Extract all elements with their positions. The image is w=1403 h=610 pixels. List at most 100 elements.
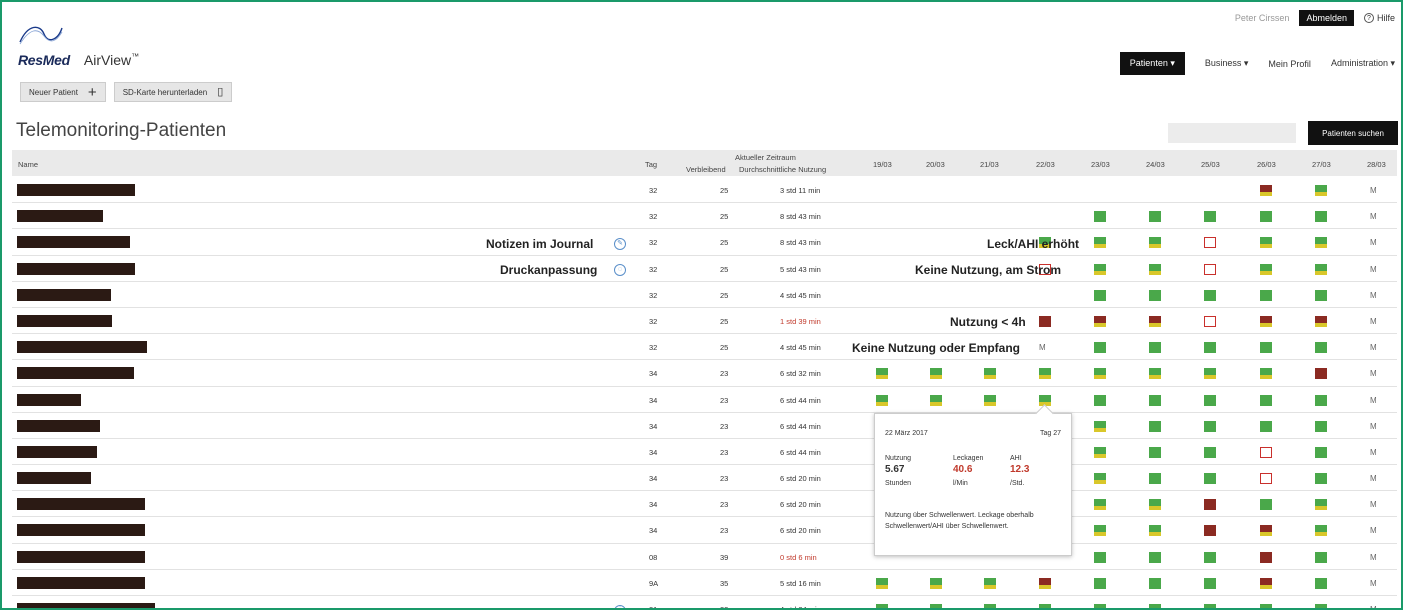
patient-name-redacted[interactable] (17, 393, 81, 406)
usage-status-square[interactable] (1260, 420, 1272, 432)
patient-name-redacted[interactable] (17, 341, 147, 354)
usage-status-square[interactable] (1094, 342, 1106, 354)
usage-status-square[interactable] (1094, 315, 1106, 327)
usage-status-square[interactable] (1260, 315, 1272, 327)
usage-status-square[interactable] (1149, 525, 1161, 537)
new-patient-button[interactable]: Neuer Patient + (20, 82, 106, 102)
usage-status-square[interactable] (1260, 368, 1272, 380)
table-row[interactable]: 34 23 6 std 20 min M (12, 491, 1397, 518)
no-data-marker[interactable]: M (1370, 553, 1377, 564)
usage-status-square[interactable] (984, 577, 996, 589)
patient-name-redacted[interactable] (17, 288, 111, 301)
patient-name-redacted[interactable] (17, 419, 100, 432)
table-row[interactable]: 34 23 6 std 44 min M (12, 387, 1397, 413)
usage-status-square[interactable] (1204, 525, 1216, 537)
usage-status-square[interactable] (1315, 342, 1327, 354)
usage-status-square[interactable] (1260, 237, 1272, 249)
table-row[interactable]: 32 25 4 std 45 min M (12, 282, 1397, 308)
table-row[interactable]: 08 39 0 std 6 min M (12, 544, 1397, 570)
usage-status-square[interactable] (1149, 342, 1161, 354)
usage-status-square[interactable] (1094, 394, 1106, 406)
no-data-marker[interactable]: M (1370, 369, 1377, 380)
usage-status-square[interactable] (1315, 577, 1327, 589)
no-data-marker[interactable]: M (1370, 422, 1377, 433)
usage-status-square[interactable] (876, 577, 888, 589)
usage-status-square[interactable] (1315, 499, 1327, 511)
table-row[interactable]: 34 23 6 std 32 min M (12, 360, 1397, 387)
usage-status-square[interactable] (1094, 604, 1106, 608)
usage-status-square[interactable] (1094, 473, 1106, 485)
table-row[interactable]: 9A 35 5 std 16 min M (12, 570, 1397, 596)
no-data-marker[interactable]: M (1370, 448, 1377, 459)
usage-status-square[interactable] (1204, 289, 1216, 301)
usage-status-square[interactable] (1149, 237, 1161, 249)
table-row[interactable]: 32 25 1 std 39 min M (12, 308, 1397, 335)
usage-status-square[interactable] (1149, 551, 1161, 563)
no-data-marker[interactable]: M (1039, 343, 1046, 354)
usage-status-square[interactable] (1149, 473, 1161, 485)
usage-status-square[interactable] (1315, 315, 1327, 327)
patient-name-redacted[interactable] (17, 367, 134, 380)
usage-status-square[interactable] (1149, 289, 1161, 301)
usage-status-square[interactable] (1260, 551, 1272, 563)
usage-status-square[interactable] (1260, 211, 1272, 223)
usage-status-square[interactable] (1204, 577, 1216, 589)
usage-status-square[interactable] (1094, 368, 1106, 380)
patient-name-redacted[interactable] (17, 314, 112, 327)
usage-status-square[interactable] (1260, 394, 1272, 406)
no-data-marker[interactable]: M (1370, 396, 1377, 407)
table-row[interactable]: 34 23 6 std 44 min M (12, 439, 1397, 466)
usage-status-square[interactable] (1260, 263, 1272, 275)
patient-name-redacted[interactable] (17, 262, 135, 275)
table-row[interactable]: 32 25 8 std 43 min M (12, 203, 1397, 230)
table-row[interactable]: 32 25 5 std 43 min M (12, 256, 1397, 282)
table-row[interactable]: 32 25 8 std 43 min M (12, 229, 1397, 256)
table-row[interactable]: 21 22 4 std 24 min M (12, 596, 1397, 608)
usage-status-square[interactable] (876, 604, 888, 608)
usage-status-square[interactable] (1094, 499, 1106, 511)
nav-business[interactable]: Business ▾ (1205, 58, 1249, 69)
patient-name-redacted[interactable] (17, 184, 135, 196)
usage-status-square[interactable] (984, 604, 996, 608)
usage-status-square[interactable] (930, 577, 942, 589)
pressure-adjust-icon[interactable]: ◌ (614, 264, 626, 276)
usage-status-square[interactable] (1260, 185, 1272, 196)
nav-administration[interactable]: Administration ▾ (1331, 58, 1395, 69)
usage-status-square[interactable] (1260, 473, 1272, 485)
table-row[interactable]: 34 23 6 std 20 min M (12, 517, 1397, 544)
patient-name-redacted[interactable] (17, 472, 91, 485)
usage-status-square[interactable] (1094, 420, 1106, 432)
patient-search-button[interactable]: Patienten suchen (1308, 121, 1398, 145)
usage-status-square[interactable] (1260, 604, 1272, 608)
usage-status-square[interactable] (1315, 604, 1327, 608)
patient-name-redacted[interactable] (17, 524, 145, 537)
help-link[interactable]: ? Hilfe (1363, 13, 1395, 23)
usage-status-square[interactable] (1204, 342, 1216, 354)
usage-status-square[interactable] (1204, 604, 1216, 608)
no-data-marker[interactable]: M (1370, 343, 1377, 354)
no-data-marker[interactable]: M (1370, 291, 1377, 302)
col-day[interactable]: Tag (645, 160, 657, 169)
usage-status-square[interactable] (1315, 263, 1327, 275)
usage-status-square[interactable] (1149, 211, 1161, 223)
usage-status-square[interactable] (1204, 473, 1216, 485)
usage-status-square[interactable] (1315, 473, 1327, 485)
usage-status-square[interactable] (1149, 577, 1161, 589)
patient-name-redacted[interactable] (17, 210, 103, 223)
usage-status-square[interactable] (1204, 394, 1216, 406)
usage-status-square[interactable] (1039, 604, 1051, 608)
usage-status-square[interactable] (1149, 368, 1161, 380)
usage-status-square[interactable] (1149, 315, 1161, 327)
no-data-marker[interactable]: M (1370, 317, 1377, 328)
usage-status-square[interactable] (1094, 446, 1106, 458)
patient-name-redacted[interactable] (17, 576, 145, 589)
usage-status-square[interactable] (1204, 315, 1216, 327)
table-row[interactable]: 32 25 4 std 45 min M M (12, 334, 1397, 361)
usage-status-square[interactable] (1260, 499, 1272, 511)
journal-note-icon[interactable]: ✎ (614, 238, 626, 250)
no-data-marker[interactable]: M (1370, 186, 1377, 197)
patient-name-redacted[interactable] (17, 550, 145, 563)
usage-status-square[interactable] (1204, 368, 1216, 380)
col-avg-usage[interactable]: Durchschnittliche Nutzung (739, 165, 826, 174)
table-row[interactable]: 34 23 6 std 20 min M (12, 465, 1397, 492)
